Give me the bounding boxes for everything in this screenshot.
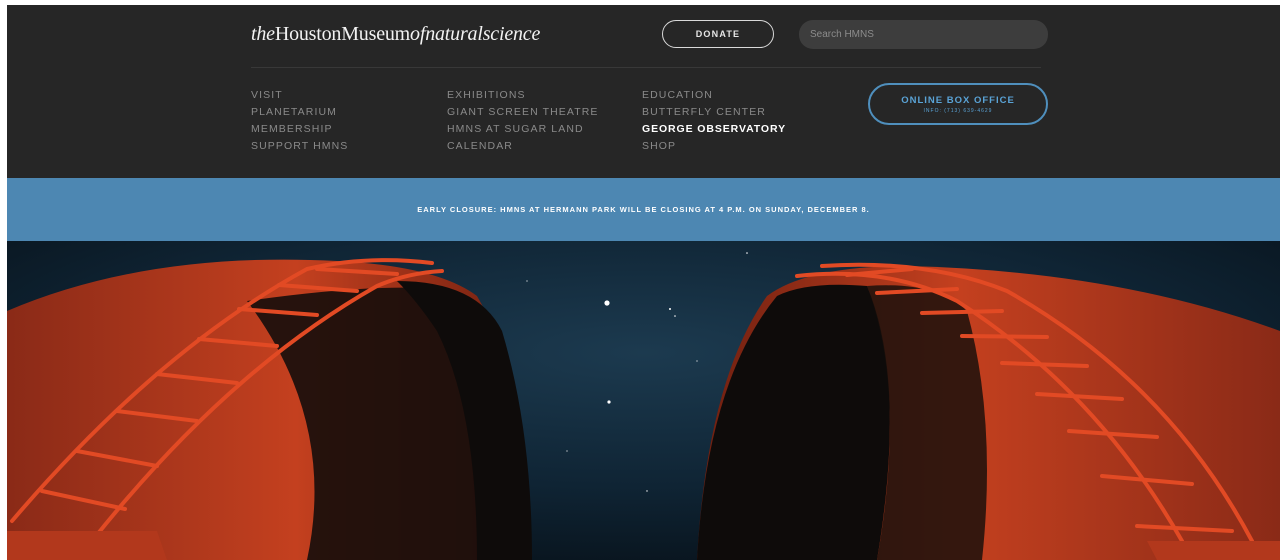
nav-column-1: VISIT PLANETARIUM MEMBERSHIP SUPPORT HMN… — [251, 87, 348, 155]
closure-alert-banner: EARLY CLOSURE: HMNS AT HERMANN PARK WILL… — [7, 178, 1280, 241]
nav-item-education[interactable]: EDUCATION — [642, 87, 786, 104]
nav-column-3: EDUCATION BUTTERFLY CENTER GEORGE OBSERV… — [642, 87, 786, 155]
header-divider — [251, 67, 1041, 68]
site-logo[interactable]: theHoustonMuseumofnaturalscience — [251, 23, 540, 46]
nav-item-planetarium[interactable]: PLANETARIUM — [251, 104, 348, 121]
nav-column-2: EXHIBITIONS GIANT SCREEN THEATRE HMNS AT… — [447, 87, 599, 155]
logo-natural: natural — [425, 23, 483, 45]
logo-houston-museum: HoustonMuseum — [274, 23, 411, 45]
nav-item-giant-screen-theatre[interactable]: GIANT SCREEN THEATRE — [447, 104, 599, 121]
right-dome — [697, 262, 1280, 560]
logo-science: science — [482, 23, 541, 45]
nav-item-exhibitions[interactable]: EXHIBITIONS — [447, 87, 599, 104]
nav-item-hmns-sugar-land[interactable]: HMNS AT SUGAR LAND — [447, 121, 599, 138]
nav-item-george-observatory[interactable]: GEORGE OBSERVATORY — [642, 121, 786, 138]
observatory-domes-photo — [7, 241, 1280, 560]
nav-item-butterfly-center[interactable]: BUTTERFLY CENTER — [642, 104, 786, 121]
search-box — [799, 20, 1048, 49]
page-frame: theHoustonMuseumofnaturalscience DONATE … — [7, 5, 1280, 560]
search-input[interactable] — [810, 29, 1048, 40]
box-office-info: INFO: (713) 639-4629 — [923, 107, 993, 114]
site-header: theHoustonMuseumofnaturalscience DONATE … — [7, 5, 1280, 178]
online-box-office-button[interactable]: ONLINE BOX OFFICE INFO: (713) 639-4629 — [868, 83, 1048, 125]
nav-item-membership[interactable]: MEMBERSHIP — [251, 121, 348, 138]
logo-of: of — [410, 23, 426, 45]
logo-the: the — [251, 23, 275, 45]
donate-button[interactable]: DONATE — [662, 20, 774, 48]
alert-text: EARLY CLOSURE: HMNS AT HERMANN PARK WILL… — [417, 205, 870, 214]
left-dome — [7, 258, 532, 560]
nav-item-calendar[interactable]: CALENDAR — [447, 138, 599, 155]
hero-image — [7, 241, 1280, 560]
nav-item-support-hmns[interactable]: SUPPORT HMNS — [251, 138, 348, 155]
nav-item-shop[interactable]: SHOP — [642, 138, 786, 155]
box-office-label: ONLINE BOX OFFICE — [901, 94, 1015, 106]
nav-item-visit[interactable]: VISIT — [251, 87, 348, 104]
